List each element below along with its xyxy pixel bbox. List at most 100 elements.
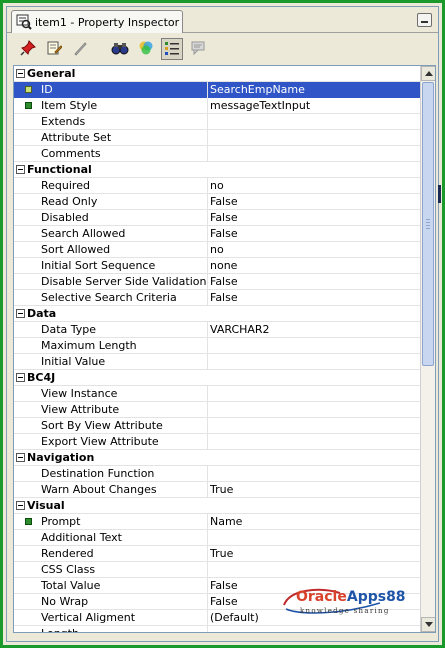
splitter-handle[interactable] <box>438 185 441 203</box>
property-value[interactable] <box>208 466 420 482</box>
scroll-down-button[interactable] <box>421 617 435 632</box>
property-value[interactable]: no <box>208 178 420 194</box>
property-row[interactable]: Destination Function <box>14 465 420 482</box>
property-name-cell: Maximum Length <box>14 337 208 354</box>
collapse-icon[interactable] <box>16 69 25 78</box>
property-row[interactable]: Sort By View Attribute <box>14 417 420 434</box>
property-value[interactable]: False <box>208 290 420 306</box>
property-value[interactable]: messageTextInput <box>208 98 420 114</box>
property-row[interactable]: Comments <box>14 145 420 162</box>
comment-button[interactable] <box>187 38 209 60</box>
property-name: Data Type <box>41 323 97 336</box>
property-row[interactable]: ID SearchEmpName <box>14 81 420 98</box>
property-value[interactable] <box>208 338 420 354</box>
property-value[interactable] <box>208 386 420 402</box>
collapse-icon[interactable] <box>16 501 25 510</box>
property-value[interactable]: SearchEmpName <box>208 81 420 98</box>
property-value[interactable]: False <box>208 274 420 290</box>
property-row[interactable]: View Attribute <box>14 401 420 418</box>
property-row[interactable]: Maximum Length <box>14 337 420 354</box>
property-row[interactable]: CSS Class <box>14 561 420 578</box>
property-row[interactable]: Initial Sort Sequence none <box>14 257 420 274</box>
property-row[interactable]: Data Type VARCHAR2 <box>14 321 420 338</box>
property-name-cell: Attribute Set <box>14 129 208 146</box>
section-title: BC4J <box>27 371 56 384</box>
property-row[interactable]: Additional Text <box>14 529 420 546</box>
watermark-tagline: knowledge sharing <box>300 607 390 615</box>
property-value[interactable]: no <box>208 242 420 258</box>
section-data[interactable]: Data <box>14 306 420 322</box>
grip-icon <box>426 219 430 231</box>
property-row[interactable]: Disabled False <box>14 209 420 226</box>
property-row[interactable]: Rendered True <box>14 545 420 562</box>
section-general[interactable]: General <box>14 66 420 82</box>
property-row[interactable]: Required no <box>14 177 420 194</box>
pin-button[interactable] <box>17 38 39 60</box>
scroll-up-button[interactable] <box>421 66 435 81</box>
property-value[interactable] <box>208 146 420 162</box>
property-value[interactable] <box>208 402 420 418</box>
property-row[interactable]: Search Allowed False <box>14 225 420 242</box>
color-button[interactable] <box>135 38 157 60</box>
outer-frame: item1 - Property Inspector General ID Se… <box>0 0 445 648</box>
tab-title: item1 - Property Inspector <box>35 15 180 29</box>
property-value[interactable]: VARCHAR2 <box>208 322 420 338</box>
section-functional[interactable]: Functional <box>14 162 420 178</box>
edit-document-button[interactable] <box>43 38 65 60</box>
collapse-icon[interactable] <box>16 309 25 318</box>
property-grid: General ID SearchEmpName Item Style messageT… <box>13 65 436 633</box>
property-row[interactable]: Export View Attribute <box>14 433 420 450</box>
tab-property-inspector[interactable]: item1 - Property Inspector <box>11 10 183 33</box>
property-value[interactable] <box>208 354 420 370</box>
property-table: General ID SearchEmpName Item Style messageT… <box>14 66 420 633</box>
vertical-scrollbar[interactable] <box>420 66 435 632</box>
property-value[interactable]: False <box>208 194 420 210</box>
section-navigation[interactable]: Navigation <box>14 450 420 466</box>
property-row[interactable]: Extends <box>14 113 420 130</box>
property-value[interactable] <box>208 130 420 146</box>
property-value[interactable]: True <box>208 546 420 562</box>
property-name-cell: Required <box>14 177 208 194</box>
property-row[interactable]: Sort Allowed no <box>14 241 420 258</box>
property-value[interactable]: False <box>208 210 420 226</box>
scroll-thumb[interactable] <box>422 82 434 366</box>
property-row[interactable]: Length <box>14 625 420 633</box>
find-button[interactable] <box>109 38 131 60</box>
property-row[interactable]: Prompt Name <box>14 513 420 530</box>
property-row[interactable]: Disable Server Side Validation False <box>14 273 420 290</box>
property-value[interactable] <box>208 114 420 130</box>
collapse-icon[interactable] <box>16 453 25 462</box>
property-value[interactable]: False <box>208 226 420 242</box>
property-row[interactable]: Selective Search Criteria False <box>14 289 420 306</box>
collapse-icon[interactable] <box>16 373 25 382</box>
property-value[interactable]: none <box>208 258 420 274</box>
property-row[interactable]: Item Style messageTextInput <box>14 97 420 114</box>
pencil-button[interactable] <box>69 38 91 60</box>
property-inspector-icon <box>16 14 32 30</box>
property-row[interactable]: Initial Value <box>14 353 420 370</box>
collapse-icon[interactable] <box>16 165 25 174</box>
property-name-cell: Prompt <box>14 513 208 530</box>
property-row[interactable]: Read Only False <box>14 193 420 210</box>
property-name-cell: Extends <box>14 113 208 130</box>
property-name: Prompt <box>41 515 81 528</box>
property-value[interactable] <box>208 434 420 450</box>
property-value[interactable]: True <box>208 482 420 498</box>
property-value[interactable] <box>208 418 420 434</box>
watermark-logo: OracleApps88 knowledge sharing <box>280 585 410 619</box>
property-value[interactable]: Name <box>208 514 420 530</box>
property-row[interactable]: Attribute Set <box>14 129 420 146</box>
property-value[interactable] <box>208 562 420 578</box>
section-bc4j[interactable]: BC4J <box>14 370 420 386</box>
categorized-view-button[interactable] <box>161 38 183 60</box>
section-visual[interactable]: Visual <box>14 498 420 514</box>
pencil-icon <box>72 40 88 59</box>
minimize-button[interactable] <box>417 13 432 27</box>
property-value[interactable] <box>208 626 420 633</box>
property-row[interactable]: View Instance <box>14 385 420 402</box>
property-name-cell: Data Type <box>14 321 208 338</box>
property-value[interactable] <box>208 530 420 546</box>
property-name-cell: Item Style <box>14 97 208 114</box>
property-row[interactable]: Warn About Changes True <box>14 481 420 498</box>
property-name-cell: No Wrap <box>14 593 208 610</box>
